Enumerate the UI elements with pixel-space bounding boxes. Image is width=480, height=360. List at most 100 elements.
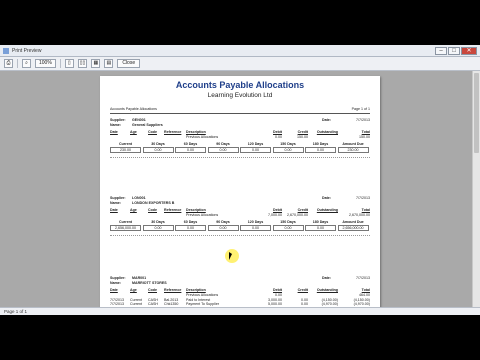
column-header-code: Code — [148, 130, 157, 134]
column-header-outstanding: Outstanding — [316, 288, 338, 292]
cell-age: Current — [130, 302, 142, 306]
supplier-name: LONDON EXPORTERS B — [132, 201, 175, 205]
supplier-name: MARRIOTT STORES — [132, 281, 167, 285]
cell-age: Current — [130, 297, 142, 302]
supplier-date: 7/7/2013 — [356, 276, 370, 280]
name-label: Name: — [110, 123, 121, 127]
maximize-button[interactable]: □ — [448, 46, 460, 55]
window-close-button[interactable]: ✕ — [461, 46, 477, 55]
aging-header-d150: 150 Days — [280, 219, 296, 224]
status-bar: Page 1 of 1 — [0, 307, 480, 315]
cell-date: 7/7/2013 — [110, 302, 124, 306]
cell-outstanding: (4,150.00) — [321, 297, 338, 302]
toolbar-separator — [17, 59, 18, 68]
four-pages-icon[interactable]: ▦ — [91, 59, 101, 68]
report-title: Accounts Payable Allocations — [175, 80, 305, 90]
aging-header-d90: 90 Days — [216, 219, 230, 224]
column-header-debit: Debit — [273, 208, 282, 212]
cell-debit: 0.00 — [275, 135, 282, 139]
zoom-select[interactable]: 100% — [35, 59, 56, 68]
cell-debit: 0.00 — [275, 293, 282, 297]
aging-value-d30: 0.00 — [142, 224, 174, 231]
close-button[interactable]: Close — [117, 59, 141, 68]
app-icon — [3, 47, 9, 54]
column-header-age: Age — [130, 208, 137, 212]
name-label: Name: — [110, 201, 121, 205]
aging-value-d150: 0.00 — [272, 224, 304, 231]
aging-value-due: 2,656,000.00 — [337, 224, 369, 231]
supplier-label: Supplier: — [110, 118, 126, 122]
print-icon[interactable]: ⎙ — [4, 59, 13, 68]
name-label: Name: — [110, 281, 121, 285]
aging-value-d90: 0.00 — [207, 224, 239, 231]
supplier-code: LON001 — [132, 196, 146, 200]
column-header-outstanding: Outstanding — [316, 208, 338, 212]
preview-viewport[interactable]: Accounts Payable Allocations Learning Ev… — [0, 71, 480, 307]
column-header-desc: Description — [186, 208, 206, 212]
aging-value-current: 2,656,000.00 — [110, 224, 141, 231]
cell-total: 2,670,000.00 — [349, 213, 370, 217]
mouse-cursor-highlight — [225, 249, 239, 263]
one-page-icon[interactable]: ▯ — [64, 59, 74, 68]
cell-ref: Bal.2013 — [164, 297, 179, 302]
aging-header-current: Current — [119, 141, 132, 146]
column-header-ref: Reference — [164, 288, 182, 292]
divider — [110, 113, 370, 114]
column-header-total: Total — [361, 288, 370, 292]
cell-ref: Chk1350 — [164, 302, 179, 306]
aging-header-current: Current — [119, 219, 132, 224]
toolbar-separator — [59, 59, 61, 68]
aging-header-d30: 30 Days — [151, 219, 165, 224]
report-page: Accounts Payable Allocations Learning Ev… — [100, 76, 380, 307]
aging-header-d60: 60 Days — [183, 141, 198, 146]
aging-value-due: 230.00 — [337, 146, 369, 153]
aging-value-current: 230.00 — [110, 146, 141, 153]
column-header-date: Date — [110, 130, 118, 134]
column-header-code: Code — [148, 288, 157, 292]
cell-desc: Previous Allocations — [186, 293, 219, 297]
column-header-credit: Credit — [297, 130, 308, 134]
scrollbar-thumb[interactable] — [474, 73, 479, 153]
print-preview-window: Print Preview – □ ✕ ⎙ ⌕ 100% ▯ ▯▯ ▦ ▤ Cl… — [0, 45, 480, 315]
column-header-debit: Debit — [273, 288, 282, 292]
aging-header-due: Amount Due — [342, 141, 364, 146]
cell-total: (4,970.00) — [353, 302, 370, 306]
aging-value-d30: 0.00 — [142, 146, 174, 153]
cell-outstanding: (4,970.00) — [321, 302, 338, 306]
aging-header-d90: 90 Days — [216, 141, 230, 146]
cell-credit: 0.00 — [301, 297, 308, 302]
cell-code: CASH — [148, 302, 158, 306]
toolbar: ⎙ ⌕ 100% ▯ ▯▯ ▦ ▤ Close — [0, 57, 480, 71]
cell-total: (4,150.00) — [353, 297, 370, 302]
column-header-ref: Reference — [164, 208, 182, 212]
window-title: Print Preview — [12, 47, 42, 54]
title-bar: Print Preview – □ ✕ — [0, 45, 480, 57]
supplier-code: MAR001 — [132, 276, 147, 280]
cell-total: 150.00 — [359, 135, 370, 139]
zoom-icon[interactable]: ⌕ — [22, 59, 31, 68]
cell-code: CASH — [148, 297, 158, 302]
cell-debit: 7,000.00 — [268, 213, 282, 217]
cell-date: 7/7/2013 — [110, 297, 124, 302]
aging-header-d120: 120 Days — [247, 219, 264, 224]
six-pages-icon[interactable]: ▤ — [104, 59, 114, 68]
aging-value-d60: 0.00 — [175, 146, 206, 153]
vertical-scrollbar[interactable] — [472, 71, 480, 307]
supplier-code: GEN001 — [132, 118, 146, 122]
supplier-label: Supplier: — [110, 276, 126, 280]
aging-value-d90: 0.00 — [207, 146, 239, 153]
aging-header-d180: 180 Days — [312, 219, 329, 224]
supplier-label: Supplier: — [110, 196, 126, 200]
column-header-total: Total — [361, 208, 370, 212]
aging-header-d120: 120 Days — [247, 141, 264, 146]
column-header-ref: Reference — [164, 130, 182, 134]
supplier-name: General Suppliers — [132, 123, 163, 127]
cell-desc: Previous Allocations — [186, 135, 219, 139]
column-header-debit: Debit — [273, 130, 282, 134]
two-pages-icon[interactable]: ▯▯ — [77, 59, 88, 68]
aging-value-d150: 0.00 — [272, 146, 304, 153]
minimize-button[interactable]: – — [435, 46, 447, 55]
column-header-credit: Credit — [297, 288, 308, 292]
date-label: Date: — [322, 276, 331, 280]
column-header-date: Date — [110, 288, 118, 292]
